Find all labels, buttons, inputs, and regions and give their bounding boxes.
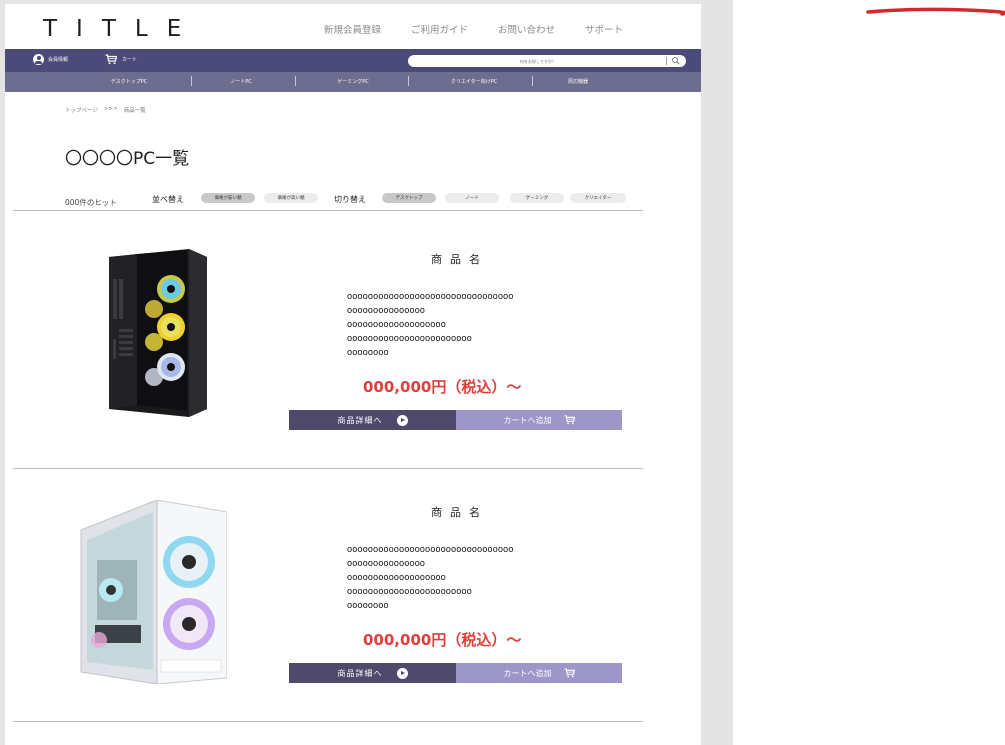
category-separator <box>191 76 192 86</box>
category-separator <box>408 76 409 86</box>
breadcrumb-separator: >>> <box>103 106 118 112</box>
category-bar: デスクトップPC ノートPC ゲーミングPC クリエイター向けPC 周辺機器 <box>5 72 701 92</box>
product-image-white-case[interactable] <box>77 500 227 684</box>
product-detail-button[interactable]: 商品詳細へ <box>289 410 456 430</box>
switch-gaming[interactable]: ゲーミング <box>510 193 564 203</box>
search-icon[interactable] <box>671 56 681 66</box>
cart-label: カート <box>122 57 138 63</box>
product-image-black-case[interactable] <box>97 249 209 417</box>
category-creator[interactable]: クリエイター向けPC <box>451 78 497 85</box>
page-mockup: TITLE 新規会員登録 ご利用ガイド お問い合わせ サポート 会員情報 カート <box>5 4 701 745</box>
product-name[interactable]: 商品名 <box>431 251 488 267</box>
product-detail-label: 商品詳細へ <box>337 415 383 425</box>
add-to-cart-button[interactable]: カートへ追加 <box>456 410 622 430</box>
hit-count: 000件のヒット <box>65 198 117 207</box>
switch-notebook[interactable]: ノート <box>445 193 499 203</box>
category-notebook[interactable]: ノートPC <box>230 78 252 85</box>
nav-register[interactable]: 新規会員登録 <box>324 22 381 36</box>
product-card: 商品名 oooooooooooooooooooooooooooooooo ooo… <box>5 464 701 714</box>
breadcrumb-current: 商品一覧 <box>123 108 146 114</box>
breadcrumb-home[interactable]: トップページ <box>65 106 98 114</box>
switch-desktop[interactable]: デスクトップ <box>382 193 436 203</box>
search-box <box>408 55 686 67</box>
play-icon <box>396 414 408 426</box>
cart-icon <box>105 54 117 65</box>
top-nav: 新規会員登録 ご利用ガイド お問い合わせ サポート <box>324 22 623 36</box>
sort-label: 並べ替え <box>152 195 184 204</box>
product-name[interactable]: 商品名 <box>431 504 488 520</box>
add-to-cart-button[interactable]: カートへ追加 <box>456 663 622 683</box>
product-description: oooooooooooooooooooooooooooooooo ooooooo… <box>347 545 514 611</box>
product-card: 商品名 oooooooooooooooooooooooooooooooo ooo… <box>5 211 701 461</box>
search-divider <box>666 57 667 65</box>
switch-label: 切り替え <box>334 195 366 204</box>
category-separator <box>295 76 296 86</box>
main-bar: 会員情報 カート <box>5 49 701 72</box>
cart-icon <box>564 415 575 425</box>
category-gaming[interactable]: ゲーミングPC <box>337 78 369 85</box>
search-input[interactable] <box>418 56 658 66</box>
nav-guide[interactable]: ご利用ガイド <box>411 22 468 36</box>
nav-support[interactable]: サポート <box>585 22 623 36</box>
switch-creator[interactable]: クリエイター <box>570 193 626 203</box>
add-to-cart-label: カートへ追加 <box>503 415 552 425</box>
annotation-stroke <box>866 7 1005 16</box>
category-desktop[interactable]: デスクトップPC <box>111 78 148 85</box>
add-to-cart-label: カートへ追加 <box>503 668 552 678</box>
product-description: oooooooooooooooooooooooooooooooo ooooooo… <box>347 292 514 358</box>
cart-icon <box>564 668 575 678</box>
page-title: 〇〇〇〇PC一覧 <box>65 149 190 169</box>
product-price: 000,000円（税込）〜 <box>363 631 522 649</box>
sort-price-asc[interactable]: 価格が安い順 <box>201 193 255 203</box>
category-peripherals[interactable]: 周辺機器 <box>568 78 588 85</box>
product-detail-label: 商品詳細へ <box>337 668 383 678</box>
product-price: 000,000円（税込）〜 <box>363 378 522 396</box>
play-icon <box>396 667 408 679</box>
member-link[interactable]: 会員情報 <box>33 54 68 65</box>
product-detail-button[interactable]: 商品詳細へ <box>289 663 456 683</box>
breadcrumb: トップページ >>> 商品一覧 <box>65 106 146 114</box>
nav-contact[interactable]: お問い合わせ <box>498 22 555 36</box>
cart-link[interactable]: カート <box>105 54 137 65</box>
divider <box>13 721 643 722</box>
user-icon <box>33 54 44 65</box>
sort-price-desc[interactable]: 価格が高い順 <box>264 193 318 203</box>
site-title[interactable]: TITLE <box>43 16 200 42</box>
category-separator <box>532 76 533 86</box>
member-label: 会員情報 <box>48 57 69 63</box>
